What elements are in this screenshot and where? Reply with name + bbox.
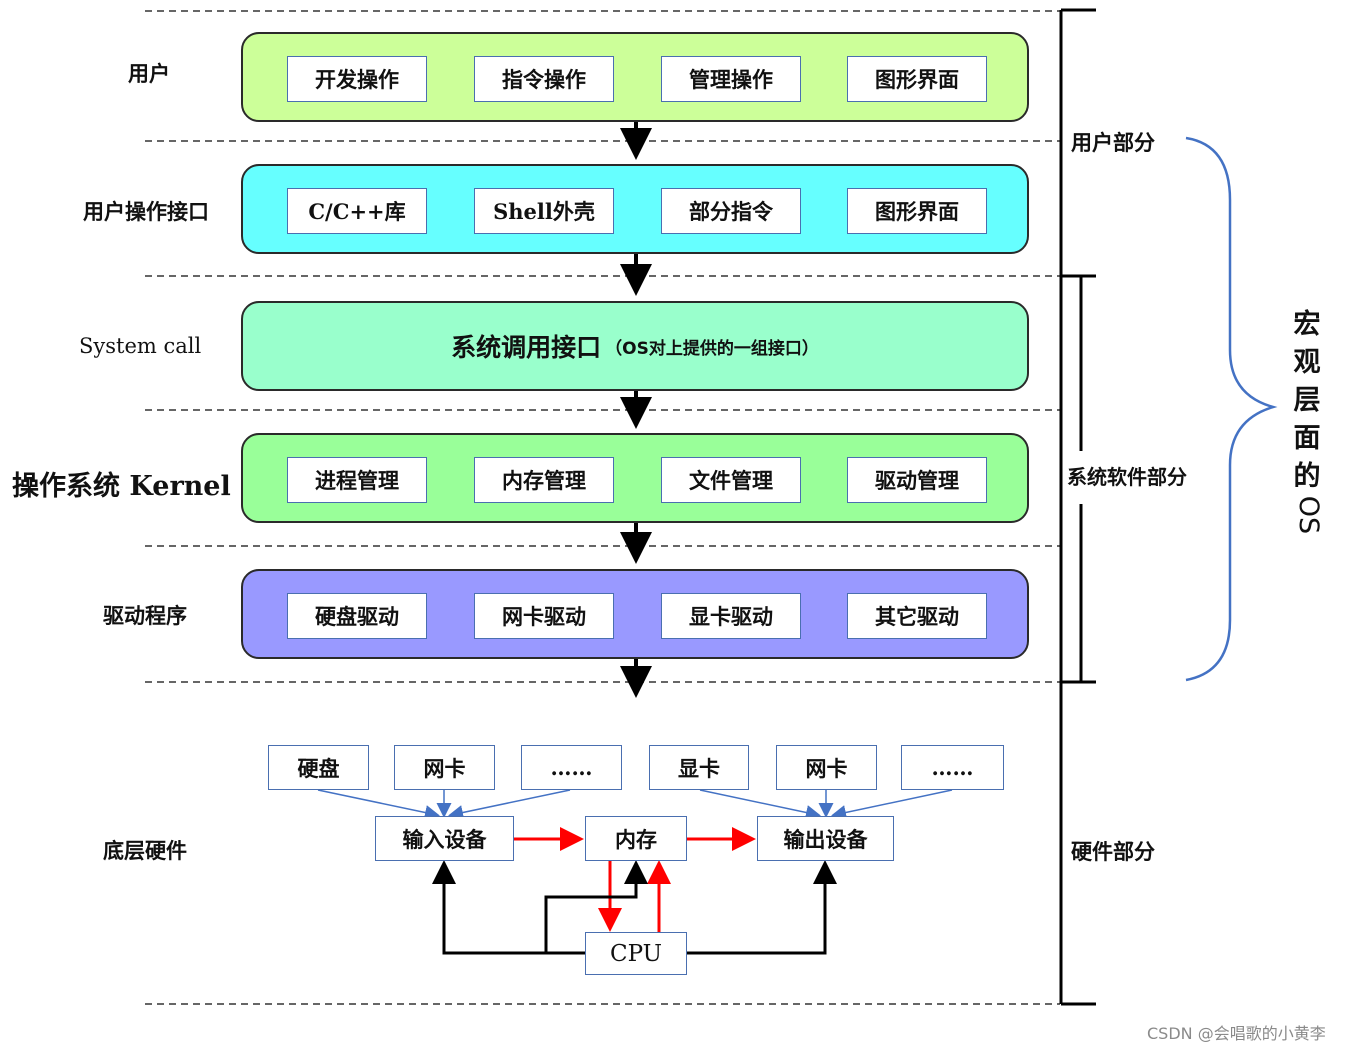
item-gpu-driver: 显卡驱动 [661,593,801,639]
macro-os-char: 的 [1293,461,1321,492]
item-process-mgmt: 进程管理 [287,457,427,503]
layer-label-system-call: System call [79,334,202,358]
item-file-mgmt: 文件管理 [661,457,801,503]
syscall-subtitle: （OS对上提供的一组接口） [605,338,819,359]
syscall-title: 系统调用接口 [451,333,602,362]
item-other-driver: 其它驱动 [847,593,987,639]
layer-system-call: 系统调用接口 （OS对上提供的一组接口） [241,301,1029,391]
syscall-content: 系统调用接口 （OS对上提供的一组接口） [243,303,1027,389]
macro-os-brace [1185,136,1278,682]
macro-os-char: 层 [1293,385,1321,416]
watermark: CSDN @会唱歌的小黄李 [1147,1024,1326,1043]
item-admin-ops: 管理操作 [661,56,801,102]
item-command-ops: 指令操作 [474,56,614,102]
layer-user: 开发操作 指令操作 管理操作 图形界面 [241,32,1029,122]
source-to-device-arrows [317,789,953,820]
item-memory-mgmt: 内存管理 [474,457,614,503]
layer-label-user-interface: 用户操作接口 [83,199,209,224]
macro-os-char: 宏 [1293,309,1321,340]
hw-input-disk: 硬盘 [268,745,369,790]
item-gui: 图形界面 [847,56,987,102]
section-label-user: 用户部分 [1071,127,1155,157]
hw-input-more: …… [521,745,622,790]
item-shell: Shell外壳 [474,188,614,234]
layer-kernel: 进程管理 内存管理 文件管理 驱动管理 [241,433,1029,523]
hw-input-device: 输入设备 [375,816,514,861]
cpu-to-input-arrow [432,860,585,955]
macro-os-char: 观 [1293,347,1321,378]
hw-input-nic: 网卡 [394,745,495,790]
item-partial-commands: 部分指令 [661,188,801,234]
item-nic-driver: 网卡驱动 [474,593,614,639]
section-label-system-software: 系统软件部分 [1067,461,1187,490]
item-driver-mgmt: 驱动管理 [847,457,987,503]
layer-label-user: 用户 [128,61,170,86]
layer-user-interface: C/C++库 Shell外壳 部分指令 图形界面 [241,164,1029,254]
hw-cpu: CPU [585,932,687,975]
layer-label-drivers: 驱动程序 [103,603,187,628]
hw-output-device: 输出设备 [757,816,894,861]
cpu-to-output-arrow [687,860,837,955]
hw-output-more: …… [901,745,1004,790]
layer-label-hardware: 底层硬件 [103,838,187,863]
item-dev-ops: 开发操作 [287,56,427,102]
diagram-connectors [145,8,1278,1006]
item-disk-driver: 硬盘驱动 [287,593,427,639]
layer-drivers: 硬盘驱动 网卡驱动 显卡驱动 其它驱动 [241,569,1029,659]
item-gui-interface: 图形界面 [847,188,987,234]
item-c-library: C/C++库 [287,188,427,234]
hw-memory: 内存 [585,816,687,861]
macro-os-char-os: OS [1293,495,1325,535]
section-label-hardware: 硬件部分 [1071,839,1155,864]
hw-output-gpu: 显卡 [649,745,749,790]
layer-label-kernel: 操作系统 Kernel [12,471,231,502]
hw-output-nic: 网卡 [776,745,877,790]
macro-os-label: 宏 观 层 面 的 OS [1289,306,1325,534]
macro-os-char: 面 [1293,423,1321,454]
